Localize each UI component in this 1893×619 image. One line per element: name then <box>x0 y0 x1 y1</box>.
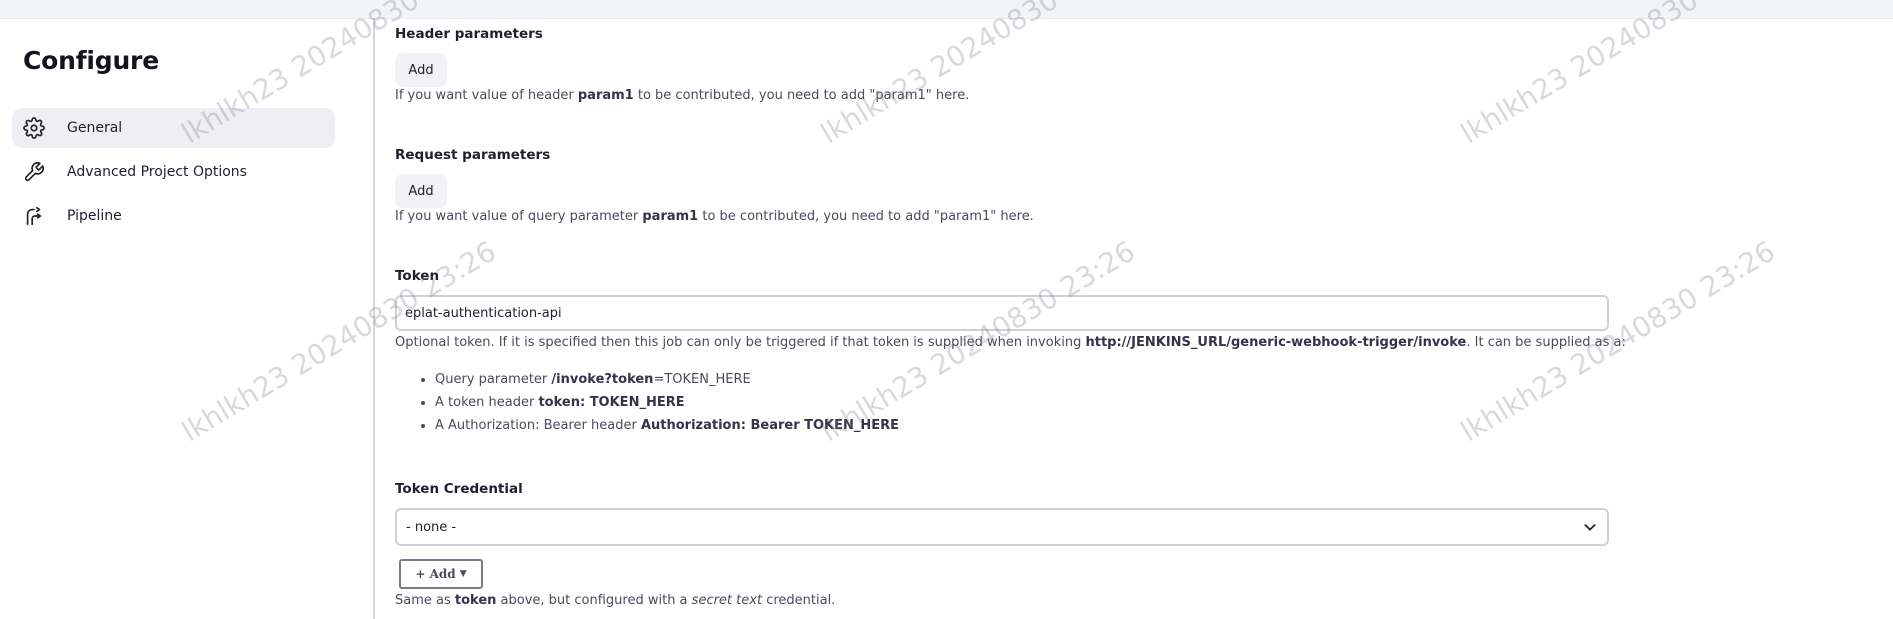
sidebar-item-label: Pipeline <box>67 208 122 224</box>
token-credential-help: Same as token above, but configured with… <box>395 593 836 608</box>
sidebar-item-general[interactable]: General <box>12 108 335 148</box>
wrench-icon <box>23 161 45 183</box>
sidebar-item-label: Advanced Project Options <box>67 164 247 180</box>
list-item: Query parameter /invoke?token=TOKEN_HERE <box>435 368 899 391</box>
config-main: Header parameters Add If you want value … <box>395 0 1695 619</box>
page-title: Configure <box>23 46 159 75</box>
caret-down-icon: ▼ <box>459 569 467 579</box>
header-parameters-add-button[interactable]: Add <box>395 53 447 87</box>
token-credential-select[interactable]: - none - <box>395 508 1609 546</box>
chevron-down-icon <box>1584 524 1596 531</box>
header-parameters-help: If you want value of header param1 to be… <box>395 88 970 103</box>
list-item: A Authorization: Bearer header Authoriza… <box>435 414 899 437</box>
token-help: Optional token. If it is specified then … <box>395 335 1626 350</box>
list-item: A token header token: TOKEN_HERE <box>435 391 899 414</box>
token-usage-list: Query parameter /invoke?token=TOKEN_HERE… <box>395 368 899 437</box>
sidebar-item-advanced-project-options[interactable]: Advanced Project Options <box>12 152 335 192</box>
gear-icon <box>23 117 45 139</box>
header-parameters-title: Header parameters <box>395 26 543 42</box>
request-parameters-title: Request parameters <box>395 147 551 163</box>
token-credential-selected-value: - none - <box>406 519 457 535</box>
sidebar-item-label: General <box>67 120 123 136</box>
request-parameters-add-button[interactable]: Add <box>395 174 447 208</box>
token-credential-add-button[interactable]: + Add ▼ <box>399 559 483 589</box>
request-parameters-help: If you want value of query parameter par… <box>395 209 1034 224</box>
add-button-label: + Add <box>415 567 456 581</box>
sidebar: Configure General Advanced Project Optio… <box>0 18 372 619</box>
token-credential-title: Token Credential <box>395 481 523 497</box>
sidebar-item-pipeline[interactable]: Pipeline <box>12 196 335 236</box>
sidebar-divider <box>373 18 375 619</box>
pipeline-icon <box>23 205 45 227</box>
token-title: Token <box>395 268 440 284</box>
token-input[interactable] <box>395 295 1609 331</box>
